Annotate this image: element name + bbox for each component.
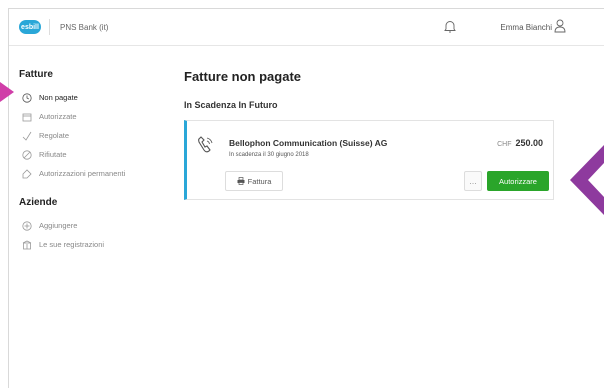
tag-icon: [21, 168, 33, 180]
amount-value: 250.00: [515, 138, 543, 148]
bank-name: PNS Bank (it): [60, 22, 109, 32]
building-icon: [21, 239, 33, 251]
sidebar-item-rifiutate[interactable]: Rifiutate: [9, 145, 169, 164]
annotation-arrow-right: [570, 145, 604, 220]
sidebar-item-regolate[interactable]: Regolate: [9, 126, 169, 145]
sidebar-item-label: Regolate: [39, 131, 70, 140]
brand-logo[interactable]: esbill: [19, 20, 41, 34]
invoice-amount: CHF 250.00: [497, 138, 543, 148]
section-title: In Scadenza In Futuro: [184, 100, 278, 110]
due-date: In scadenza il 30 giugno 2018: [229, 152, 309, 158]
phone-logo-icon: [195, 135, 215, 160]
sidebar-item-label: Rifiutate: [39, 150, 67, 159]
top-bar: esbill PNS Bank (it) Emma Bianchi: [9, 9, 604, 46]
authorize-button[interactable]: Autorizzare: [487, 171, 549, 191]
fattura-label: Fattura: [247, 176, 272, 186]
sidebar-section-title: Fatture: [19, 69, 53, 80]
sidebar-item-label: Non pagate: [39, 93, 78, 102]
currency: CHF: [497, 141, 512, 148]
calendar-icon: [21, 111, 33, 123]
sidebar-item-autorizzate[interactable]: Autorizzate: [9, 107, 169, 126]
bell-icon[interactable]: [444, 20, 456, 38]
user-name[interactable]: Emma Bianchi: [500, 23, 552, 32]
sidebar-item-aggiungere[interactable]: Aggiungere: [9, 216, 169, 235]
user-icon[interactable]: [554, 19, 566, 38]
page-title: Fatture non pagate: [184, 69, 302, 84]
more-options-button[interactable]: …: [464, 171, 482, 191]
sidebar: Fatture Non pagate Autorizzate Regolate …: [9, 57, 169, 254]
plus-circle-icon: [21, 220, 33, 232]
main-content: Fatture non pagate In Scadenza In Futuro…: [184, 65, 604, 200]
sidebar-item-label: Aggiungere: [39, 221, 78, 230]
annotation-arrow-left: [0, 82, 14, 102]
divider: [49, 19, 50, 35]
clock-icon: [21, 92, 33, 104]
sidebar-item-label: Autorizzate: [39, 112, 77, 121]
sidebar-item-label: Le sue registrazioni: [39, 240, 105, 249]
company-name: Bellophon Communication (Suisse) AG: [229, 138, 388, 148]
sidebar-item-label: Autorizzazioni permanenti: [39, 169, 126, 178]
fattura-button[interactable]: Fattura: [225, 171, 283, 191]
sidebar-item-registrazioni[interactable]: Le sue registrazioni: [9, 235, 169, 254]
check-icon: [21, 130, 33, 142]
sidebar-section-title: Aziende: [19, 197, 58, 208]
sidebar-item-non-pagate[interactable]: Non pagate: [9, 88, 169, 107]
app-window: esbill PNS Bank (it) Emma Bianchi Fattur…: [8, 8, 604, 388]
block-icon: [21, 149, 33, 161]
sidebar-item-autorizzazioni-permanenti[interactable]: Autorizzazioni permanenti: [9, 164, 169, 183]
invoice-card[interactable]: Bellophon Communication (Suisse) AG In s…: [184, 120, 554, 200]
print-icon: [237, 177, 245, 185]
